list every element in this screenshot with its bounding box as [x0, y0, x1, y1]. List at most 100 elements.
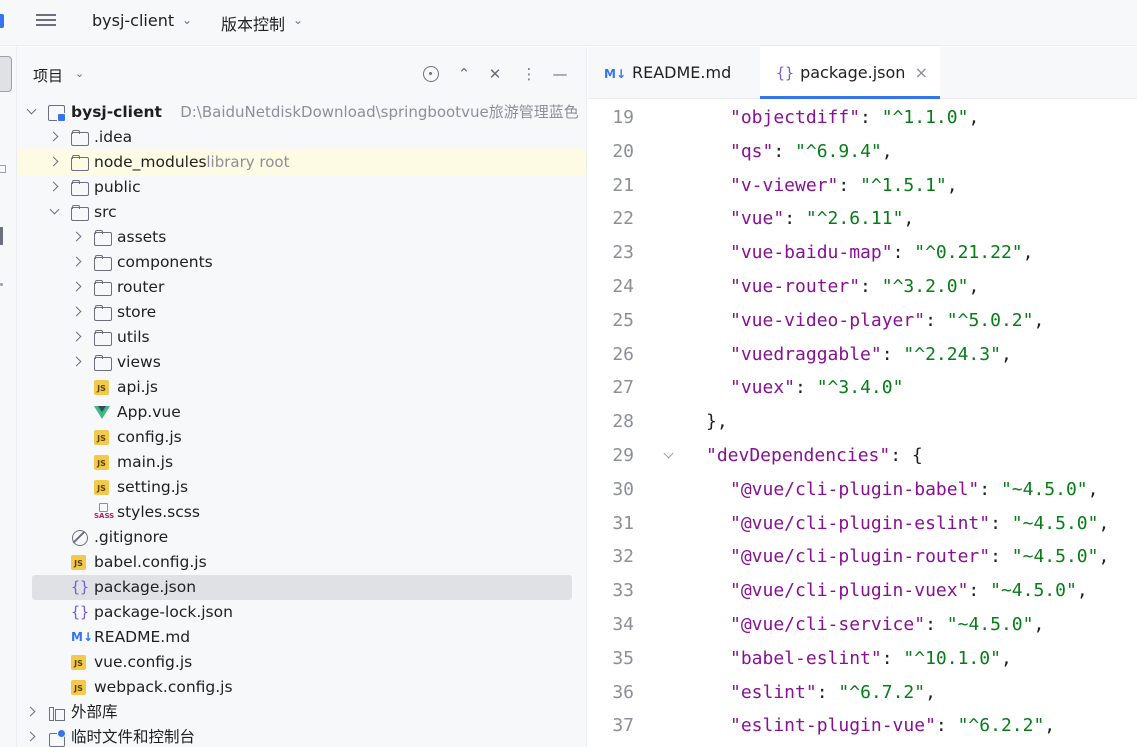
main-menu-icon[interactable] — [34, 11, 58, 33]
chevron-right-icon[interactable] — [25, 706, 37, 718]
vcs-menu[interactable]: 版本控制 — [221, 11, 285, 35]
chevron-right-icon[interactable] — [71, 306, 83, 318]
project-tool-window-button[interactable] — [0, 56, 12, 92]
chevron-right-icon[interactable] — [71, 256, 83, 268]
json-key: "@vue/cli-plugin-eslint" — [730, 512, 991, 534]
tree-item-label: package.json — [94, 578, 197, 596]
json-separator: : — [816, 681, 839, 703]
code-line[interactable]: "@vue/cli-plugin-babel": "~4.5.0", — [730, 473, 1098, 507]
json-key: "eslint" — [730, 681, 817, 703]
tree-item-label: App.vue — [117, 403, 181, 421]
code-line[interactable]: "@vue/cli-plugin-eslint": "~4.5.0", — [730, 507, 1109, 541]
tree-row[interactable]: App.vue — [17, 400, 586, 425]
tree-row[interactable]: JS api.js — [17, 375, 586, 400]
line-number: 20 — [612, 140, 634, 162]
chevron-right-icon[interactable] — [48, 181, 60, 193]
chevron-down-icon[interactable]: ⌄ — [293, 13, 303, 27]
chevron-right-icon[interactable] — [71, 356, 83, 368]
tree-row[interactable]: 临时文件和控制台 — [17, 725, 586, 747]
tree-row[interactable]: router — [17, 275, 586, 300]
code-line[interactable]: "eslint-plugin-vue": "^6.2.2", — [730, 709, 1055, 743]
code-line[interactable]: "babel-eslint": "^10.1.0", — [730, 642, 1012, 676]
code-line[interactable]: "vue-baidu-map": "^0.21.22", — [730, 236, 1033, 270]
panel-title[interactable]: 项目 — [33, 65, 63, 86]
code-editor[interactable]: "objectdiff": "^1.1.0", "qs": "^6.9.4", "v… — [680, 100, 1137, 747]
hide-panel-icon[interactable]: — — [550, 64, 570, 84]
close-icon[interactable]: × — [915, 47, 928, 99]
expand-all-icon[interactable]: ⌃ — [454, 64, 474, 84]
tree-row[interactable]: .gitignore — [17, 525, 586, 550]
tree-row[interactable]: node_modules library root — [17, 150, 586, 175]
line-number: 36 — [612, 681, 634, 703]
chevron-right-icon[interactable] — [71, 231, 83, 243]
tree-row[interactable]: JS config.js — [17, 425, 586, 450]
json-punctuation: , — [903, 208, 915, 230]
tree-row[interactable]: components — [17, 250, 586, 275]
chevron-right-icon[interactable] — [48, 131, 60, 143]
chevron-right-icon[interactable] — [71, 331, 83, 343]
json-key: "@vue/cli-service" — [730, 614, 926, 635]
collapse-all-icon[interactable]: ✕ — [485, 64, 505, 84]
tree-row[interactable]: bysj-client D:\BaiduNetdiskDownload\sprin… — [17, 100, 586, 125]
chevron-down-icon[interactable] — [25, 106, 37, 118]
fold-toggle-icon[interactable] — [662, 439, 676, 473]
json-key: "objectdiff" — [730, 107, 861, 128]
code-line[interactable]: "devDependencies": { — [706, 439, 923, 473]
tree-row[interactable]: M↓ README.md — [17, 625, 586, 650]
chevron-right-icon[interactable] — [25, 731, 37, 743]
code-line[interactable]: "vuedraggable": "^2.24.3", — [730, 338, 1012, 372]
tree-row[interactable]: store — [17, 300, 586, 325]
tree-row[interactable]: JS setting.js — [17, 475, 586, 500]
code-line[interactable]: "eslint": "^6.7.2", — [730, 676, 936, 710]
code-line[interactable]: "vue-video-player": "^5.0.2", — [730, 304, 1044, 338]
tree-row[interactable]: SASS styles.scss — [17, 500, 586, 525]
json-value: "^1.5.1" — [860, 174, 947, 196]
tree-row[interactable]: JS webpack.config.js — [17, 675, 586, 700]
chevron-down-icon[interactable]: ⌄ — [75, 67, 84, 80]
tree-row[interactable]: JS main.js — [17, 450, 586, 475]
tree-row[interactable]: .idea — [17, 125, 586, 150]
more-options-icon[interactable]: ⋮ — [519, 64, 539, 84]
tool-window-button[interactable] — [0, 283, 3, 286]
code-line[interactable]: "vuex": "^3.4.0" — [730, 371, 903, 405]
tree-row[interactable]: {} package-lock.json — [17, 600, 586, 625]
tree-row[interactable]: assets — [17, 225, 586, 250]
tree-row[interactable]: src — [17, 200, 586, 225]
code-line[interactable]: "vue": "^2.6.11", — [730, 202, 914, 236]
code-line[interactable]: "qs": "^6.9.4", — [730, 135, 893, 169]
tree-row[interactable]: JS babel.config.js — [17, 550, 586, 575]
tab-label: README.md — [632, 63, 732, 82]
tree-row[interactable]: {} package.json — [17, 575, 586, 600]
json-key: "vue" — [730, 208, 785, 230]
code-line[interactable]: "objectdiff": "^1.1.0", — [730, 101, 979, 135]
code-line[interactable]: }, — [706, 405, 728, 439]
json-value: "^3.2.0" — [881, 276, 969, 297]
chevron-down-icon[interactable] — [48, 206, 60, 218]
json-value: "^6.9.4" — [795, 140, 882, 162]
tree-row[interactable]: JS vue.config.js — [17, 650, 586, 675]
chevron-down-icon[interactable]: ⌄ — [182, 13, 192, 27]
json-punctuation: , — [1076, 580, 1088, 602]
json-punctuation: , — [1022, 242, 1034, 264]
project-selector[interactable]: bysj-client — [92, 11, 174, 30]
code-line[interactable]: "@vue/cli-service": "~4.5.0", — [730, 608, 1044, 642]
json-separator: : — [881, 647, 904, 669]
tree-row[interactable]: public — [17, 175, 586, 200]
code-line[interactable]: "@vue/cli-plugin-vuex": "~4.5.0", — [730, 574, 1088, 608]
code-line[interactable]: "vue-router": "^3.2.0", — [730, 270, 979, 304]
tree-row[interactable]: utils — [17, 325, 586, 350]
chevron-right-icon[interactable] — [71, 281, 83, 293]
tab-readme[interactable]: M↓ README.md — [588, 47, 758, 99]
locate-file-icon[interactable] — [421, 64, 441, 84]
code-line[interactable]: "@vue/cli-plugin-router": "~4.5.0", — [730, 540, 1109, 574]
line-number: 22 — [612, 208, 634, 230]
json-punctuation: , — [1033, 309, 1045, 331]
tool-window-button[interactable] — [0, 165, 6, 173]
tree-row[interactable]: views — [17, 350, 586, 375]
line-number-gutter[interactable]: 19 20 21 22 23 24 25 26 27 28 29 30 31 32 33 34 35 36 37 — [588, 100, 680, 747]
code-line[interactable]: "v-viewer": "^1.5.1", — [730, 169, 958, 203]
chevron-right-icon[interactable] — [48, 156, 60, 168]
tree-row[interactable]: 外部库 — [17, 700, 586, 725]
tab-package-json[interactable]: {} package.json × — [760, 47, 940, 99]
tool-window-button[interactable] — [0, 227, 3, 245]
